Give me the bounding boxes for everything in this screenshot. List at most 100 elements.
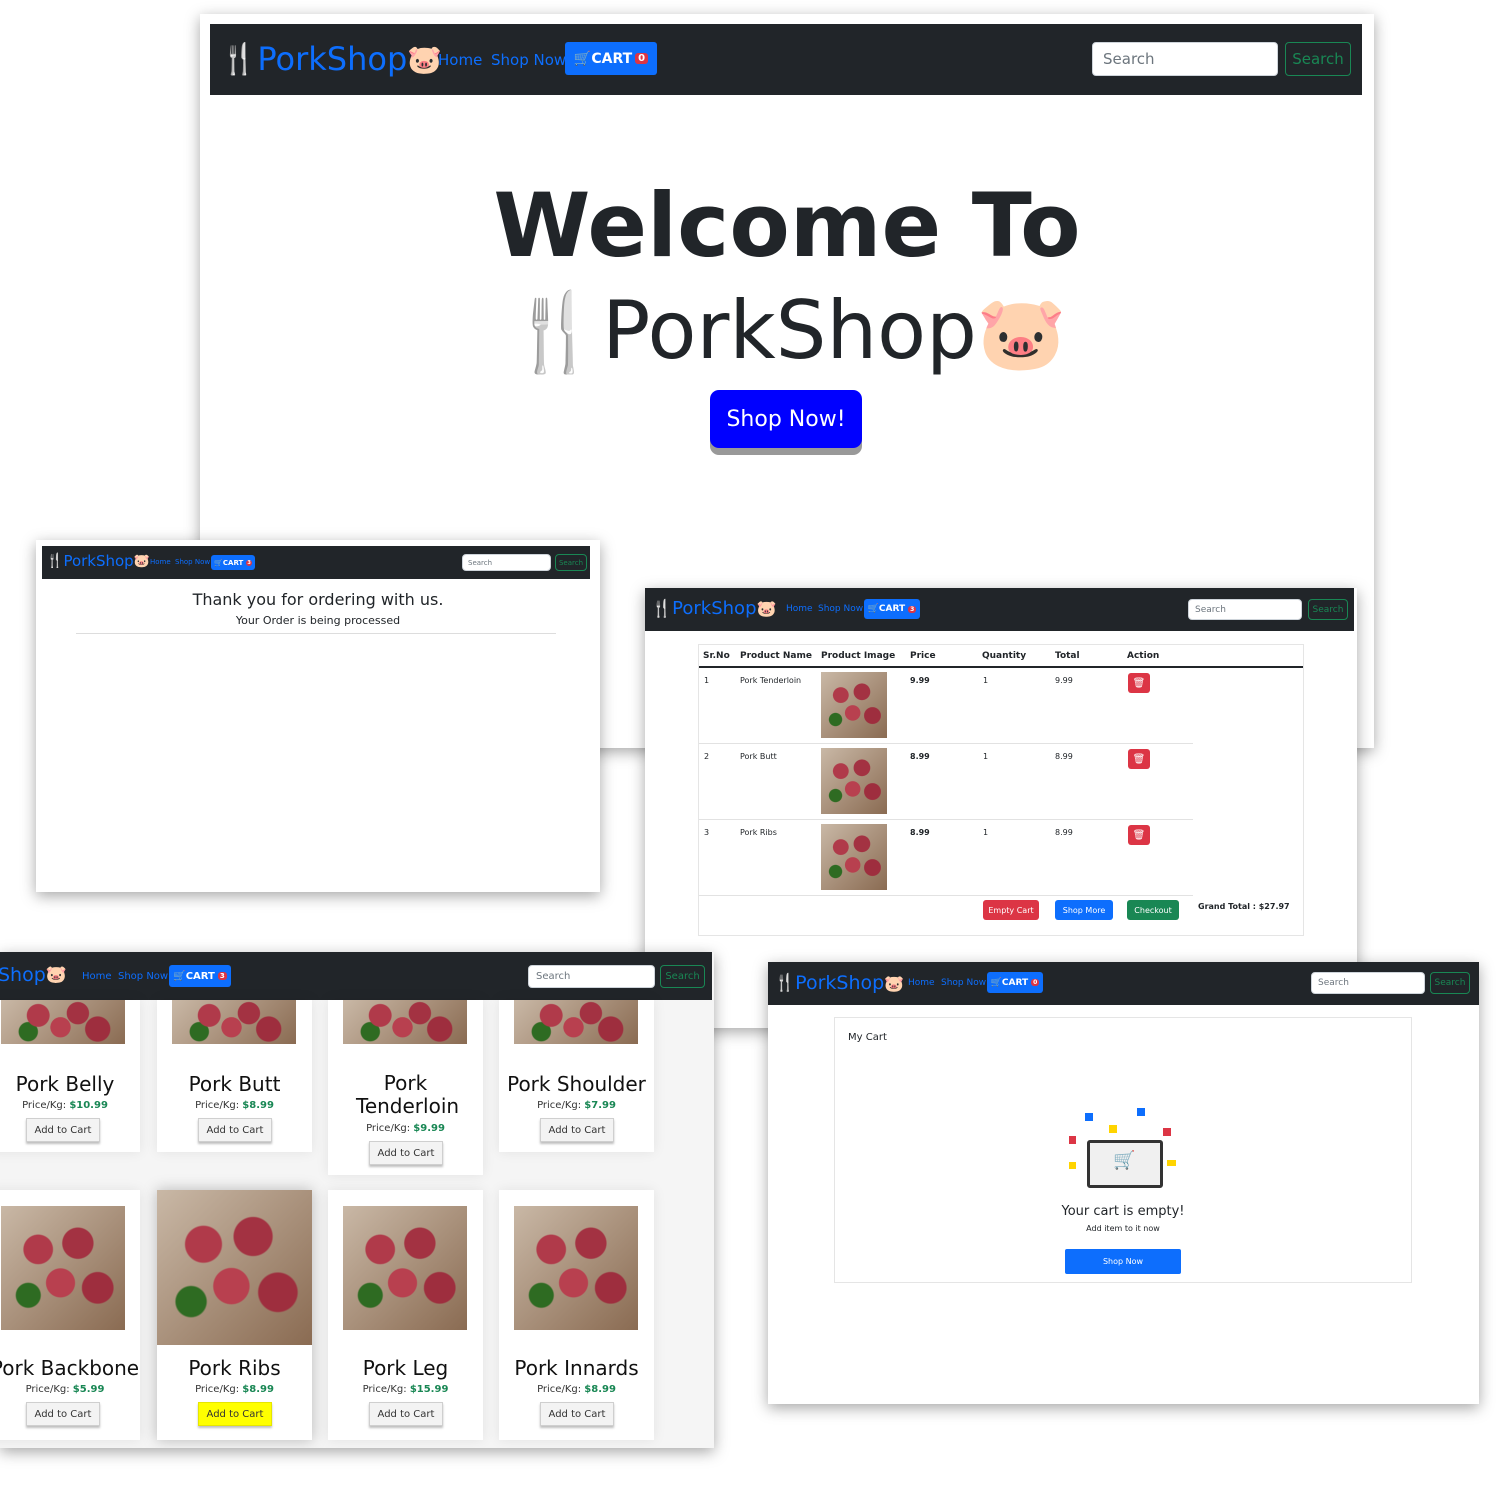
grand-total: Grand Total : $27.97 [1198,902,1290,911]
shape-icon [1069,1136,1076,1144]
search-button[interactable]: Search [555,554,587,571]
thankyou-subtitle: Your Order is being processed [235,614,401,627]
cart-icon: 🛒 [573,50,592,67]
cart-icon: 🛒 [173,970,186,982]
product-image [514,1206,638,1330]
brand-logo[interactable]: 🍴 PorkShop 🐷 [651,598,776,619]
col-total: Total [1055,651,1080,661]
product-name: Pork Butt [188,1072,281,1096]
nav-home[interactable]: Home [786,604,813,614]
shop-more-button[interactable]: Shop More [1055,900,1113,920]
row-total: 9.99 [1055,676,1073,685]
header-divider [699,666,1303,668]
navbar: 🍴 PorkShop 🐷 Home Shop Now 🛒 CART 0 Search S… [768,962,1479,1005]
col-action: Action [1127,651,1160,661]
products-screenshot: Shop 🐷 Home Shop Now 🛒 CART 3 Search Search… [0,952,714,1448]
add-to-cart-button[interactable]: Add to Cart [540,1402,614,1426]
product-name: Pork Shoulder [507,1072,646,1096]
nav-home[interactable]: Home [150,558,171,566]
thankyou-screenshot: 🍴 PorkShop 🐷 Home Shop Now 🛒 CART 3 Search S… [36,540,600,892]
search-input[interactable]: Search [1311,972,1425,994]
brand-logo[interactable]: 🍴 PorkShop 🐷 [46,552,150,570]
search-button[interactable]: Search [660,965,705,988]
delete-button[interactable]: 🗑 [1128,749,1150,769]
navbar: 🍴 PorkShop 🐷 Home Shop Now 🛒 CART 3 Search S… [42,546,590,579]
nav-shop-now[interactable]: Shop Now [941,978,986,988]
product-image [1,1206,125,1330]
piggy-bank-icon: 🐷 [756,599,777,618]
search-button[interactable]: Search [1430,972,1470,994]
add-to-cart-button[interactable]: Add to Cart [26,1402,100,1426]
search-input[interactable]: Search [1092,42,1278,76]
cart-button[interactable]: 🛒 CART 3 [864,599,920,619]
add-to-cart-button[interactable]: Add to Cart [26,1118,100,1142]
brand-logo[interactable]: 🍴 PorkShop 🐷 [220,40,442,78]
row-srno: 2 [704,752,710,761]
cart-icon: 🛒 [214,558,223,567]
row-divider [699,895,1193,896]
cutlery-icon: 🍴 [46,553,64,569]
navbar: 🍴 PorkShop 🐷 Home Shop Now 🛒 CART 3 Search S… [645,588,1354,631]
col-srno: Sr.No [703,651,730,661]
delete-button[interactable]: 🗑 [1128,673,1150,693]
row-product-name: Pork Ribs [740,828,777,837]
add-to-cart-button[interactable]: Add to Cart [369,1402,443,1426]
search-input[interactable]: Search [1188,599,1302,620]
search-button[interactable]: Search [1285,42,1351,76]
product-name: Pork Leg [362,1356,449,1380]
product-card: Pork Shoulder Price/Kg: $7.99 Add to Car… [499,1000,654,1152]
checkout-button[interactable]: Checkout [1127,900,1179,920]
shop-now-button[interactable]: Shop Now [1065,1249,1181,1274]
search-input[interactable]: Search [528,965,655,988]
cart-table: Sr.No Product Name Product Image Price Q… [698,644,1304,936]
cart-button[interactable]: 🛒 CART 3 [169,965,231,987]
piggy-bank-icon: 🐷 [133,553,150,569]
cutlery-icon: 🍴 [774,973,796,993]
product-image [821,824,887,890]
empty-cart-button[interactable]: Empty Cart [983,900,1039,920]
delete-button[interactable]: 🗑 [1128,825,1150,845]
product-price: Price/Kg: $10.99 [22,1100,108,1111]
nav-shop-now[interactable]: Shop Now [175,558,210,566]
cart-button[interactable]: 🛒 CART 0 [565,42,657,75]
product-name: Pork Tenderloin [356,1071,460,1118]
trash-icon: 🗑 [1132,677,1146,689]
shape-icon [1085,1113,1093,1121]
product-price: Price/Kg: $5.99 [25,1384,105,1395]
brand-logo[interactable]: 🍴 PorkShop 🐷 [774,972,904,994]
add-to-cart-button[interactable]: Add to Cart [198,1402,272,1426]
cutlery-icon: 🍴 [507,287,603,376]
shape-icon [1069,1162,1076,1169]
cutlery-icon: 🍴 [220,41,258,77]
shop-now-button[interactable]: Shop Now! [710,390,862,448]
cart-button[interactable]: 🛒 CART 0 [987,972,1043,993]
row-divider [699,743,1193,744]
brand-logo[interactable]: Shop 🐷 [0,964,67,986]
row-price: 8.99 [910,828,930,837]
product-card: Pork Butt Price/Kg: $8.99 Add to Cart [157,1000,312,1152]
product-name: Pork Backbone [0,1356,140,1380]
trash-icon: 🗑 [1132,753,1146,765]
product-name: Pork Innards [514,1356,639,1380]
row-quantity: 1 [983,676,989,685]
cart-panel: My Cart 🛒 Your cart is empty! Add item t… [834,1017,1412,1283]
col-product-image: Product Image [821,651,896,661]
piggy-bank-icon: 🐷 [884,973,905,993]
nav-shop-now[interactable]: Shop Now [118,971,168,982]
cart-button[interactable]: 🛒 CART 3 [211,555,255,570]
nav-home[interactable]: Home [908,978,935,988]
product-image [821,748,887,814]
col-quantity: Quantity [982,651,1027,661]
nav-home[interactable]: Home [438,51,482,69]
search-input[interactable]: Search [462,554,551,571]
add-to-cart-button[interactable]: Add to Cart [540,1118,614,1142]
add-to-cart-button[interactable]: Add to Cart [369,1141,443,1165]
nav-home[interactable]: Home [82,971,112,982]
add-to-cart-button[interactable]: Add to Cart [198,1118,272,1142]
product-price: Price/Kg: $9.99 [366,1123,445,1134]
nav-shop-now[interactable]: Shop Now [491,51,566,69]
product-card: Pork Tenderloin Price/Kg: $9.99 Add to C… [328,1000,483,1175]
search-button[interactable]: Search [1308,599,1348,620]
nav-shop-now[interactable]: Shop Now [818,604,863,614]
product-name: Pork Belly [15,1072,115,1096]
